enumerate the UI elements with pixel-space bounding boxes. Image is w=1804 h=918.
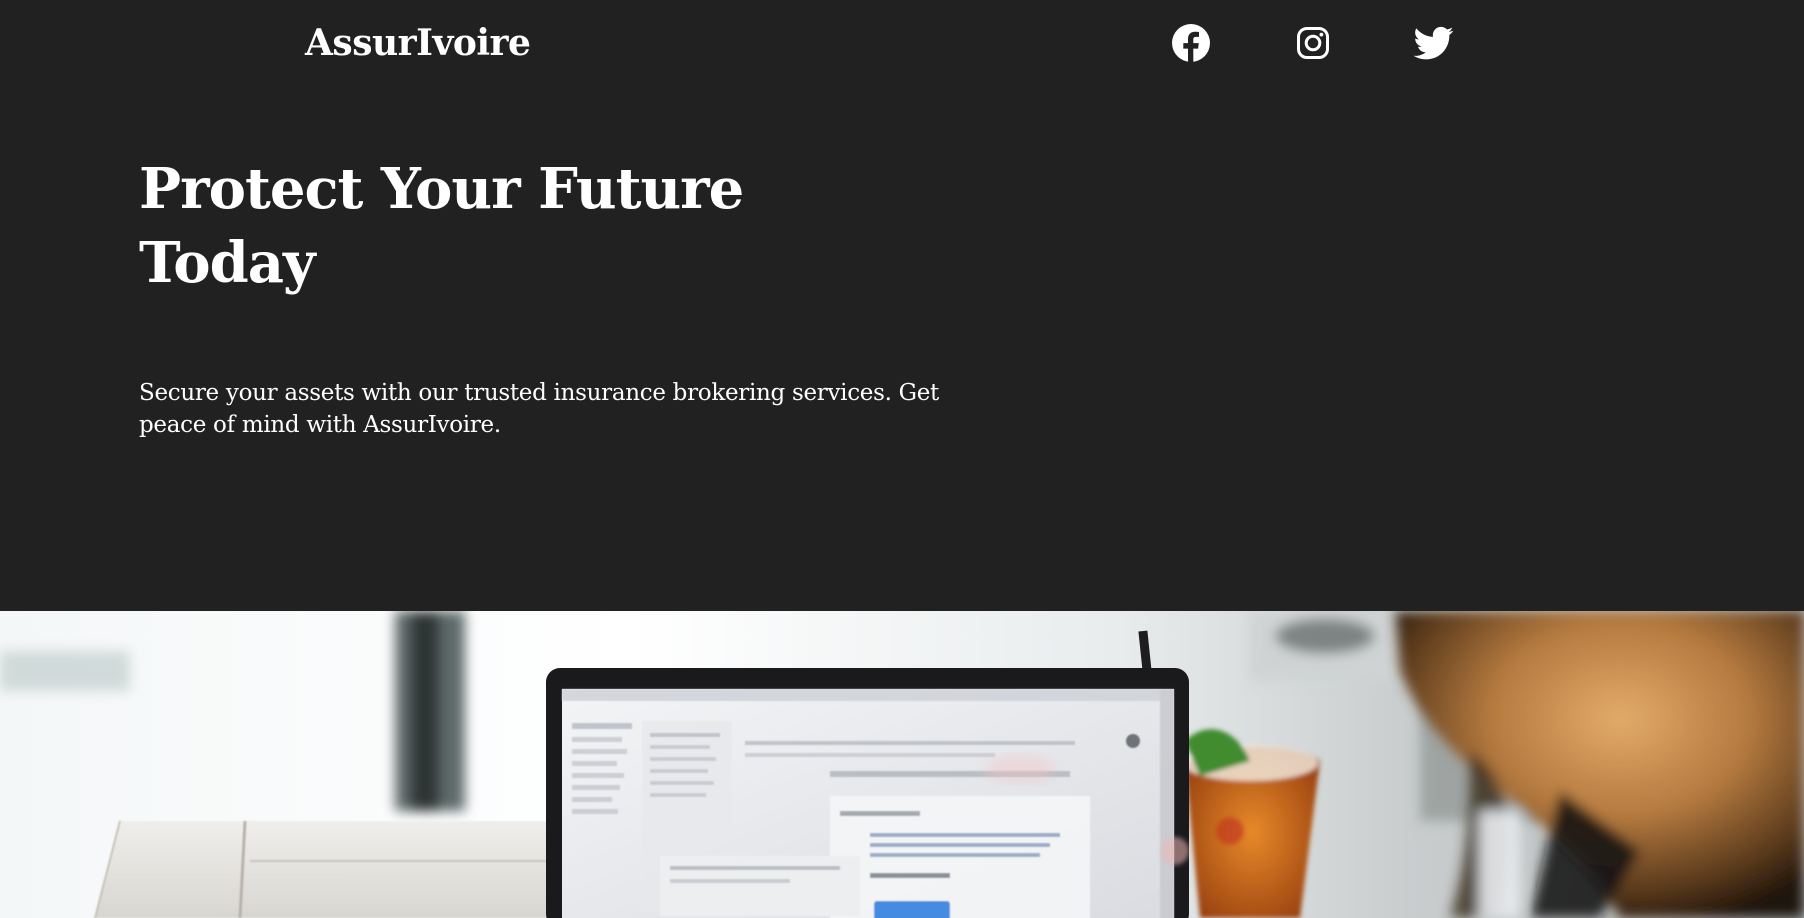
hero-subtext: Secure your assets with our trusted insu… bbox=[139, 380, 939, 438]
hero-headline: Protect Your Future Today bbox=[139, 156, 744, 296]
page: AssurIvoire Protect Your Future Today Se… bbox=[0, 0, 1804, 918]
instagram-icon[interactable] bbox=[1293, 23, 1333, 63]
facebook-icon[interactable] bbox=[1171, 23, 1211, 63]
brand-logo[interactable]: AssurIvoire bbox=[305, 19, 531, 67]
hero-photo bbox=[0, 611, 1804, 918]
hero-section: AssurIvoire Protect Your Future Today Se… bbox=[0, 0, 1804, 611]
twitter-icon[interactable] bbox=[1414, 23, 1454, 63]
